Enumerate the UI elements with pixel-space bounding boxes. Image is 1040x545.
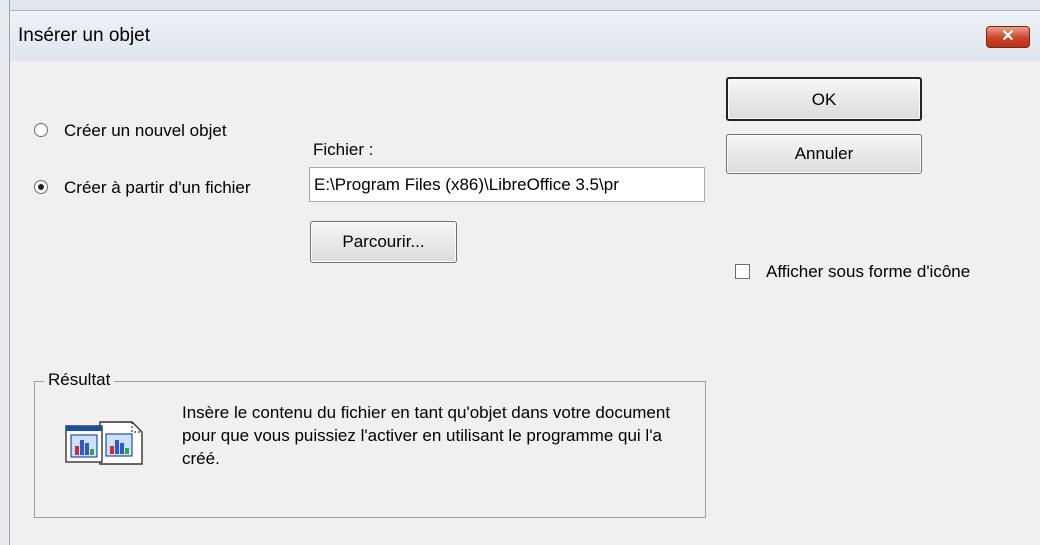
ok-button[interactable]: OK bbox=[726, 77, 922, 121]
radio-from-file-label[interactable]: Créer à partir d'un fichier bbox=[64, 178, 251, 198]
window-frame-left bbox=[0, 0, 10, 545]
browse-button[interactable]: Parcourir... bbox=[310, 221, 457, 263]
close-button[interactable]: ✕ bbox=[986, 26, 1030, 48]
embedded-object-icon bbox=[62, 416, 152, 466]
file-label: Fichier : bbox=[313, 140, 374, 159]
dialog-title: Insérer un objet bbox=[18, 25, 151, 46]
result-description: Insère le contenu du fichier en tant qu'… bbox=[182, 403, 671, 468]
cancel-button[interactable]: Annuler bbox=[726, 134, 922, 174]
close-icon: ✕ bbox=[1001, 28, 1015, 45]
window-frame-top bbox=[10, 0, 1040, 10]
file-path-input[interactable] bbox=[309, 167, 705, 202]
display-as-icon-checkbox[interactable] bbox=[735, 264, 750, 279]
radio-from-file[interactable] bbox=[34, 180, 48, 194]
radio-new-object[interactable] bbox=[34, 123, 48, 137]
display-as-icon-label[interactable]: Afficher sous forme d'icône bbox=[766, 262, 970, 282]
result-legend: Résultat bbox=[44, 370, 115, 390]
radio-new-object-label[interactable]: Créer un nouvel objet bbox=[64, 121, 227, 141]
title-bar[interactable] bbox=[10, 10, 1040, 61]
